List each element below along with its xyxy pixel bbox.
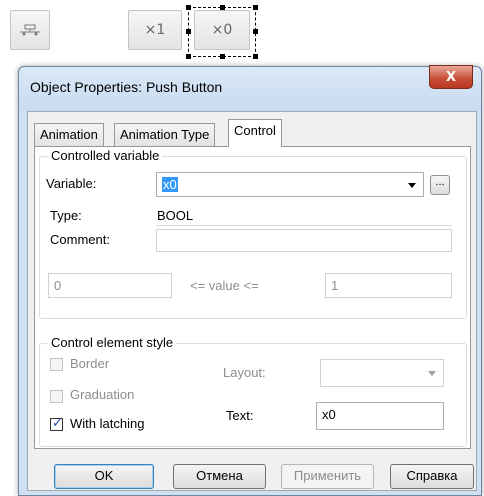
comment-field[interactable] <box>156 229 452 252</box>
with-latching-label: With latching <box>70 416 145 431</box>
text-label: Text: <box>226 408 254 423</box>
controlled-variable-group: Controlled variable Variable: x0 ... Typ… <box>39 148 467 319</box>
graduation-label: Graduation <box>70 387 135 402</box>
push-button-icon <box>20 24 40 36</box>
control-element-style-group: Control element style Border Graduation … <box>39 335 467 447</box>
help-button[interactable]: Справка <box>390 464 474 489</box>
checkmark-icon: ✓ <box>52 416 63 431</box>
title-bar[interactable]: Object Properties: Push Button X <box>19 65 481 111</box>
tab-control-label: Control <box>234 123 276 138</box>
chevron-down-icon[interactable] <box>428 371 436 376</box>
comment-label: Comment: <box>50 232 110 247</box>
tab-animation-label: Animation <box>40 127 98 142</box>
type-label: Type: <box>50 208 82 223</box>
canvas-button-x1[interactable]: ×1 <box>128 10 182 50</box>
resize-handle[interactable] <box>253 5 258 10</box>
browse-variable-label: ... <box>435 176 445 188</box>
resize-handle[interactable] <box>186 29 191 34</box>
type-underline <box>156 225 452 226</box>
resize-handle[interactable] <box>186 54 191 59</box>
close-icon: X <box>445 69 457 85</box>
close-button[interactable]: X <box>429 65 473 89</box>
range-label: <= value <= <box>190 278 259 293</box>
object-properties-dialog: Object Properties: Push Button X Animati… <box>18 65 482 496</box>
tab-animation[interactable]: Animation <box>34 123 104 146</box>
variable-value: x0 <box>162 177 178 192</box>
browse-variable-button[interactable]: ... <box>430 175 450 195</box>
with-latching-checkbox[interactable]: ✓ <box>50 416 63 431</box>
min-value: 0 <box>54 278 62 293</box>
text-field[interactable]: x0 <box>316 402 444 430</box>
max-value: 1 <box>331 278 339 293</box>
tab-panel-control: Controlled variable Variable: x0 ... Typ… <box>34 146 471 449</box>
selection-frame[interactable] <box>186 5 258 59</box>
min-value-field[interactable]: 0 <box>48 273 172 298</box>
resize-handle[interactable] <box>220 54 225 59</box>
ok-button-label: OK <box>94 468 114 483</box>
dialog-client-area: Animation Animation Type Control Control… <box>27 111 477 491</box>
control-element-style-legend: Control element style <box>48 335 177 350</box>
resize-handle[interactable] <box>253 54 258 59</box>
push-button-tool[interactable] <box>10 10 50 50</box>
dialog-title: Object Properties: Push Button <box>30 79 223 95</box>
resize-handle[interactable] <box>253 29 258 34</box>
text-value: x0 <box>322 407 336 422</box>
tab-animation-type-label: Animation Type <box>120 127 210 142</box>
variable-label: Variable: <box>46 176 97 191</box>
graduation-checkbox[interactable] <box>50 390 63 403</box>
max-value-field[interactable]: 1 <box>325 273 452 298</box>
help-button-label: Справка <box>406 468 458 483</box>
chevron-down-icon[interactable] <box>408 183 416 188</box>
tab-animation-type[interactable]: Animation Type <box>114 123 216 146</box>
layout-dropdown[interactable] <box>320 359 444 387</box>
controlled-variable-legend: Controlled variable <box>48 148 163 163</box>
layout-label: Layout: <box>223 365 266 380</box>
canvas-button-x1-label: ×1 <box>144 22 166 38</box>
apply-button[interactable]: Применить <box>281 464 374 489</box>
cancel-button[interactable]: Отмена <box>173 464 266 489</box>
type-value: BOOL <box>157 208 194 223</box>
cancel-button-label: Отмена <box>196 468 243 483</box>
variable-combobox[interactable]: x0 <box>156 172 424 197</box>
border-label: Border <box>70 356 110 371</box>
resize-handle[interactable] <box>220 5 225 10</box>
apply-button-label: Применить <box>293 468 362 483</box>
tab-control[interactable]: Control <box>228 119 282 147</box>
border-checkbox[interactable] <box>50 358 63 371</box>
resize-handle[interactable] <box>186 5 191 10</box>
ok-button[interactable]: OK <box>54 464 154 489</box>
